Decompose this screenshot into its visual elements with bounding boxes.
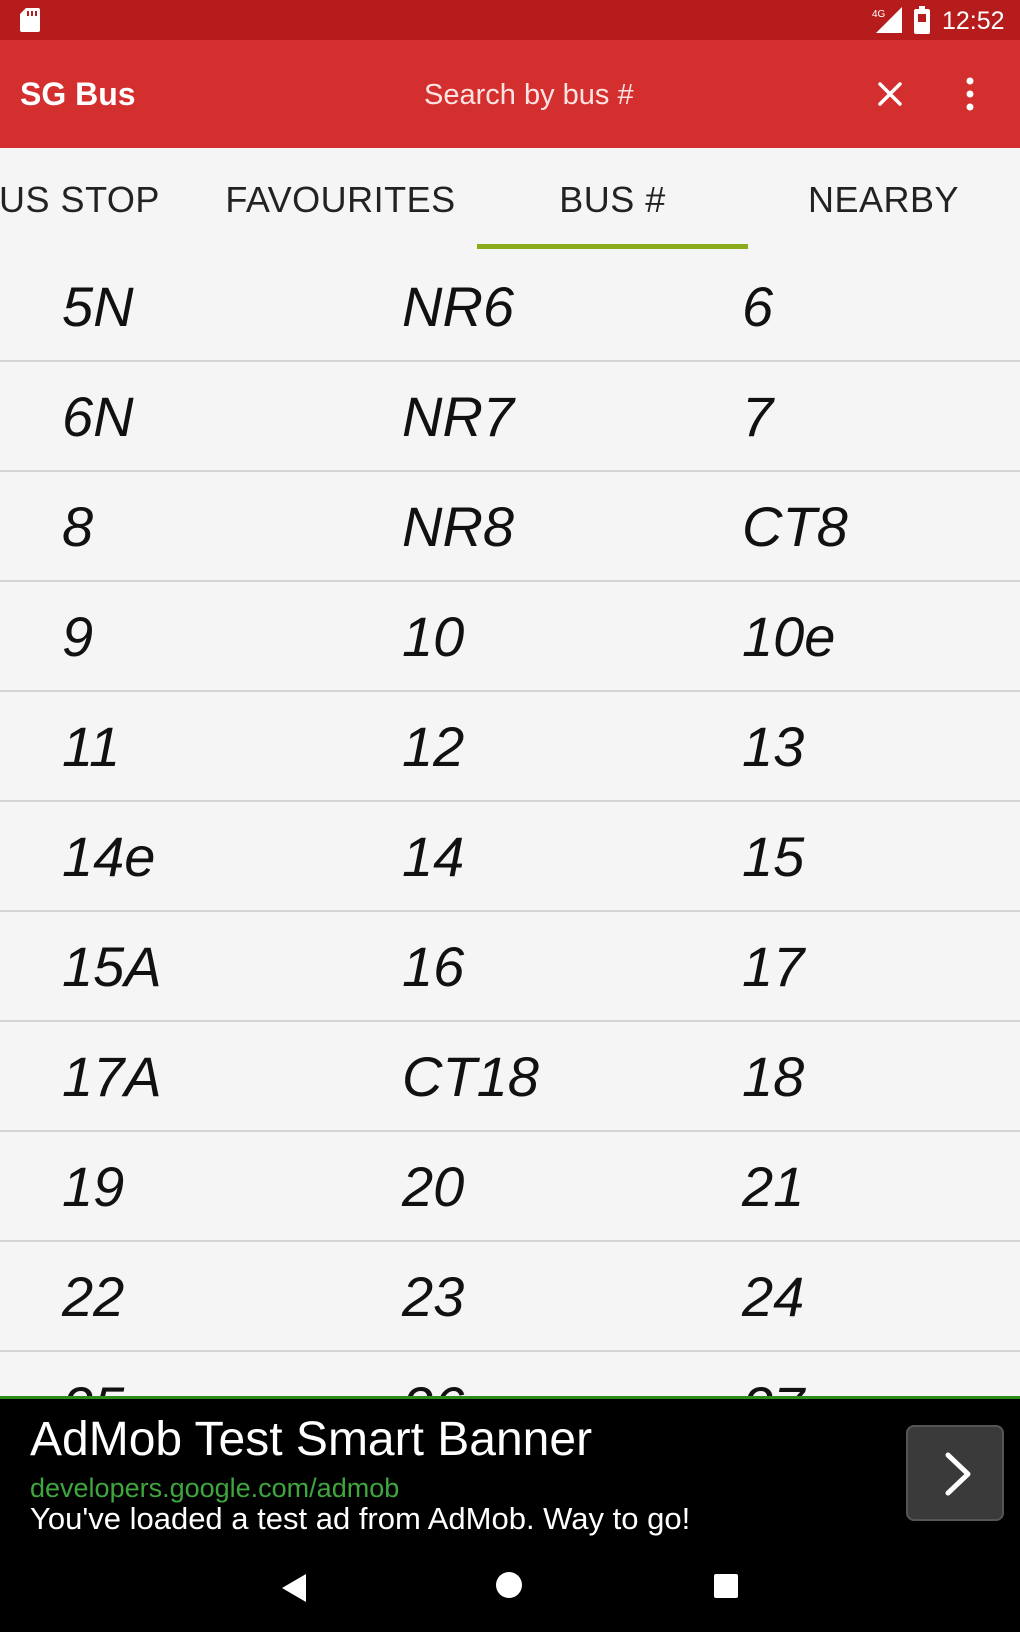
bus-number-item[interactable]: 19 [62, 1132, 124, 1240]
bus-number-item[interactable]: CT8 [742, 472, 848, 580]
recents-icon[interactable] [712, 1572, 740, 1600]
ad-title[interactable]: AdMob Test Smart Banner [30, 1413, 592, 1467]
tab-nearby[interactable]: NEARBY [748, 148, 1019, 252]
battery-icon [914, 6, 930, 34]
more-vert-icon[interactable] [952, 74, 988, 114]
bus-number-item[interactable]: 9 [62, 582, 93, 690]
ad-open-button[interactable] [906, 1425, 1004, 1521]
bus-number-grid[interactable]: 5N NR6 6 6N NR7 7 8 NR8 CT8 9 10 10e 11 12 13 14e 14 15 15… [0, 252, 1020, 1396]
bus-number-item[interactable]: 10 [402, 582, 464, 690]
bus-number-item[interactable]: NR6 [402, 252, 514, 360]
bus-number-item[interactable]: 21 [742, 1132, 804, 1240]
bus-row: 14e 14 15 [0, 802, 1020, 912]
signal-4g-icon: 4G [872, 7, 902, 33]
bus-number-item[interactable]: 7 [742, 362, 773, 470]
system-nav-bar [0, 1544, 1020, 1632]
bus-row: 17A CT18 18 [0, 1022, 1020, 1132]
selected-tab-indicator [477, 244, 748, 249]
tab-bus-stop[interactable]: US STOP [0, 148, 215, 252]
bus-number-item[interactable]: 25 [62, 1352, 124, 1396]
bus-number-item[interactable]: 14e [62, 802, 155, 910]
bus-number-item[interactable]: 12 [402, 692, 464, 800]
ad-url[interactable]: developers.google.com/admob [30, 1473, 399, 1503]
bus-number-item[interactable]: NR8 [402, 472, 514, 580]
bus-number-item[interactable]: 26 [402, 1352, 464, 1396]
close-icon[interactable] [872, 76, 908, 112]
bus-row: 8 NR8 CT8 [0, 472, 1020, 582]
bus-row: 9 10 10e [0, 582, 1020, 692]
status-bar: 4G 12:52 [0, 0, 1020, 40]
ad-banner[interactable]: AdMob Test Smart Banner developers.googl… [0, 1396, 1020, 1547]
bus-row: 22 23 24 [0, 1242, 1020, 1352]
bus-number-item[interactable]: 27 [742, 1352, 804, 1396]
bus-row: 11 12 13 [0, 692, 1020, 802]
bus-row: 25 26 27 [0, 1352, 1020, 1396]
sd-card-icon [20, 8, 40, 32]
tab-bus-number[interactable]: BUS # [477, 148, 748, 252]
bus-number-item[interactable]: 18 [742, 1022, 804, 1130]
bus-row: 15A 16 17 [0, 912, 1020, 1022]
bus-number-item[interactable]: 15 [742, 802, 804, 910]
bus-number-item[interactable]: 16 [402, 912, 464, 1020]
bus-number-item[interactable]: CT18 [402, 1022, 539, 1130]
bus-number-item[interactable]: 17 [742, 912, 804, 1020]
bus-number-item[interactable]: 10e [742, 582, 835, 690]
bus-row: 6N NR7 7 [0, 362, 1020, 472]
bus-number-item[interactable]: 22 [62, 1242, 124, 1350]
bus-number-item[interactable]: 15A [62, 912, 162, 1020]
bus-number-item[interactable]: 6 [742, 252, 773, 360]
bus-row: 5N NR6 6 [0, 252, 1020, 362]
chevron-right-icon [945, 1452, 971, 1496]
status-clock: 12:52 [942, 7, 1005, 35]
tab-bar: US STOP FAVOURITES BUS # NEARBY [0, 148, 1020, 252]
tab-favourites[interactable]: FAVOURITES [205, 148, 476, 252]
bus-number-item[interactable]: NR7 [402, 362, 514, 470]
bus-number-item[interactable]: 14 [402, 802, 464, 910]
back-icon[interactable] [280, 1572, 308, 1604]
bus-number-item[interactable]: 6N [62, 362, 134, 470]
app-bar: SG Bus [0, 40, 1020, 148]
svg-text:4G: 4G [872, 9, 886, 20]
bus-number-item[interactable]: 5N [62, 252, 134, 360]
bus-search-input[interactable] [380, 70, 724, 120]
app-title: SG Bus [20, 76, 136, 112]
bus-number-item[interactable]: 8 [62, 472, 93, 580]
bus-number-item[interactable]: 23 [402, 1242, 464, 1350]
bus-number-item[interactable]: 13 [742, 692, 804, 800]
bus-row: 19 20 21 [0, 1132, 1020, 1242]
bus-number-item[interactable]: 24 [742, 1242, 804, 1350]
ad-description: You've loaded a test ad from AdMob. Way … [30, 1501, 691, 1536]
bus-number-item[interactable]: 17A [62, 1022, 162, 1130]
bus-number-item[interactable]: 20 [402, 1132, 464, 1240]
bus-number-item[interactable]: 11 [62, 692, 120, 800]
home-icon[interactable] [494, 1570, 524, 1600]
